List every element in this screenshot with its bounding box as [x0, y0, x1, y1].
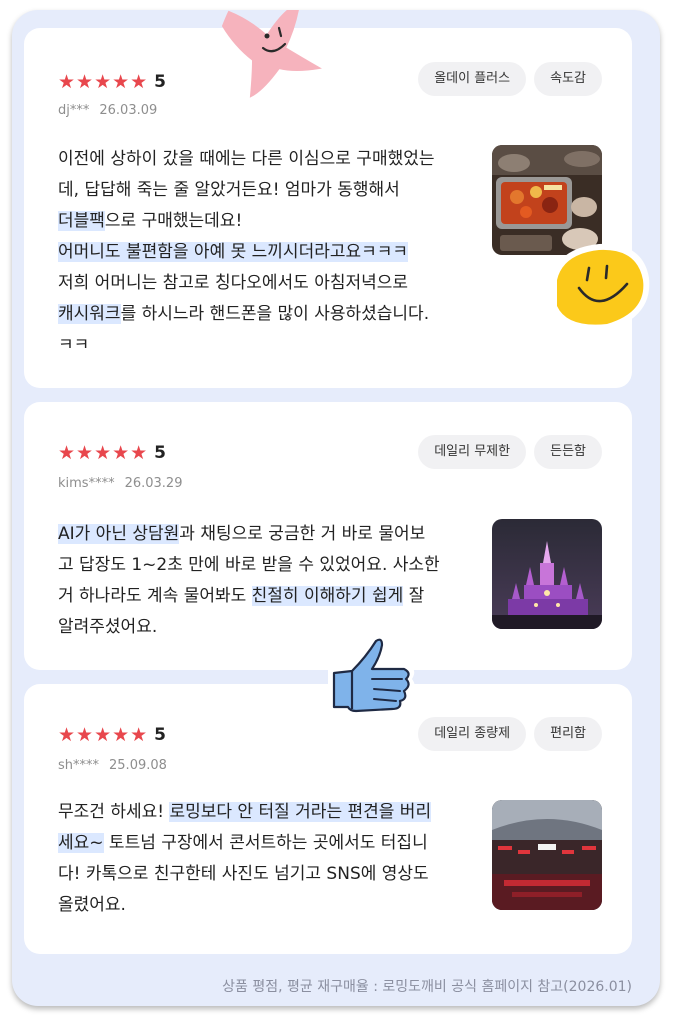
reviewer-meta: sh**** 25.09.08: [58, 758, 167, 773]
review-text-highlight: 친절히 이해하기 쉽게: [251, 586, 404, 606]
reviewer-meta: dj*** 26.03.09: [58, 103, 157, 118]
review-text-segment: 토트넘 구장에서 콘서트하는 곳에서도 터집니 다! 카톡으로 친구한테 사진도…: [58, 833, 429, 915]
reviewer-meta: kims**** 26.03.29: [58, 476, 182, 491]
rating-value: 5: [154, 72, 167, 92]
review-text-highlight: 더블팩: [58, 211, 105, 231]
review-text-segment: 이전에 상하이 갔을 때에는 다른 이심으로 구매했었는 데, 답답해 죽는 줄…: [58, 149, 435, 200]
review-date: 26.03.09: [99, 103, 158, 118]
review-text-highlight: AI가 아닌 상담원: [58, 524, 180, 544]
review-text-segment: 저희 어머니는 참고로 칭다오에서도 아침저녁으로: [58, 273, 409, 293]
rating-value: 5: [154, 725, 167, 745]
tag-plan[interactable]: 데일리 종량제: [418, 717, 527, 751]
rating-row: ★★★★★ 5: [58, 72, 166, 92]
review-text-segment: 으로 구매했는데요!: [104, 211, 243, 231]
star-rating-icons: ★★★★★: [58, 441, 149, 464]
review-text: 무조건 하세요! 로밍보다 안 터질 거라는 편견을 버리 세요~ 토트넘 구장…: [58, 797, 488, 921]
tag-plan[interactable]: 올데이 플러스: [418, 62, 527, 96]
reviewer-name: kims****: [58, 476, 115, 491]
footer-note: 상품 평점, 평균 재구매율 : 로밍도깨비 공식 홈페이지 참고(2026.0…: [222, 979, 632, 995]
review-tags: 데일리 종량제 편리함: [418, 717, 602, 751]
tag-keyword[interactable]: 편리함: [534, 717, 602, 751]
reviewer-name: sh****: [58, 758, 100, 773]
rating-row: ★★★★★ 5: [58, 443, 166, 463]
review-panel: ★★★★★ 5 dj*** 26.03.09 올데이 플러스 속도감 이전에 상하…: [12, 10, 660, 1006]
review-date: 25.09.08: [109, 758, 167, 773]
star-rating-icons: ★★★★★: [58, 70, 149, 93]
blue-thumbs-up-sticker: [312, 625, 422, 729]
tag-plan[interactable]: 데일리 무제한: [418, 435, 527, 469]
review-tags: 데일리 무제한 든든함: [418, 435, 602, 469]
review-tags: 올데이 플러스 속도감: [418, 62, 602, 96]
tag-keyword[interactable]: 든든함: [534, 435, 602, 469]
reviewer-name: dj***: [58, 103, 90, 118]
star-rating-icons: ★★★★★: [58, 723, 149, 746]
review-photo-castle[interactable]: [492, 519, 602, 629]
review-text: 이전에 상하이 갔을 때에는 다른 이심으로 구매했었는 데, 답답해 죽는 줄…: [58, 144, 488, 361]
review-text-highlight: 어머니도 불편함을 아예 못 느끼시더라고요ㅋㅋㅋ: [58, 242, 409, 262]
review-text-highlight: 캐시워크: [58, 304, 121, 324]
review-photo-stadium[interactable]: [492, 800, 602, 910]
review-text: AI가 아닌 상담원과 채팅으로 궁금한 거 바로 물어보 고 답장도 1~2초…: [58, 519, 488, 643]
rating-row: ★★★★★ 5: [58, 725, 166, 745]
yellow-smiley-face-sticker: [539, 238, 659, 342]
tag-keyword[interactable]: 속도감: [534, 62, 602, 96]
pink-star-face-sticker: [215, 10, 325, 106]
review-date: 26.03.29: [124, 476, 183, 491]
review-text-segment: 무조건 하세요!: [58, 802, 170, 822]
rating-value: 5: [154, 443, 167, 463]
